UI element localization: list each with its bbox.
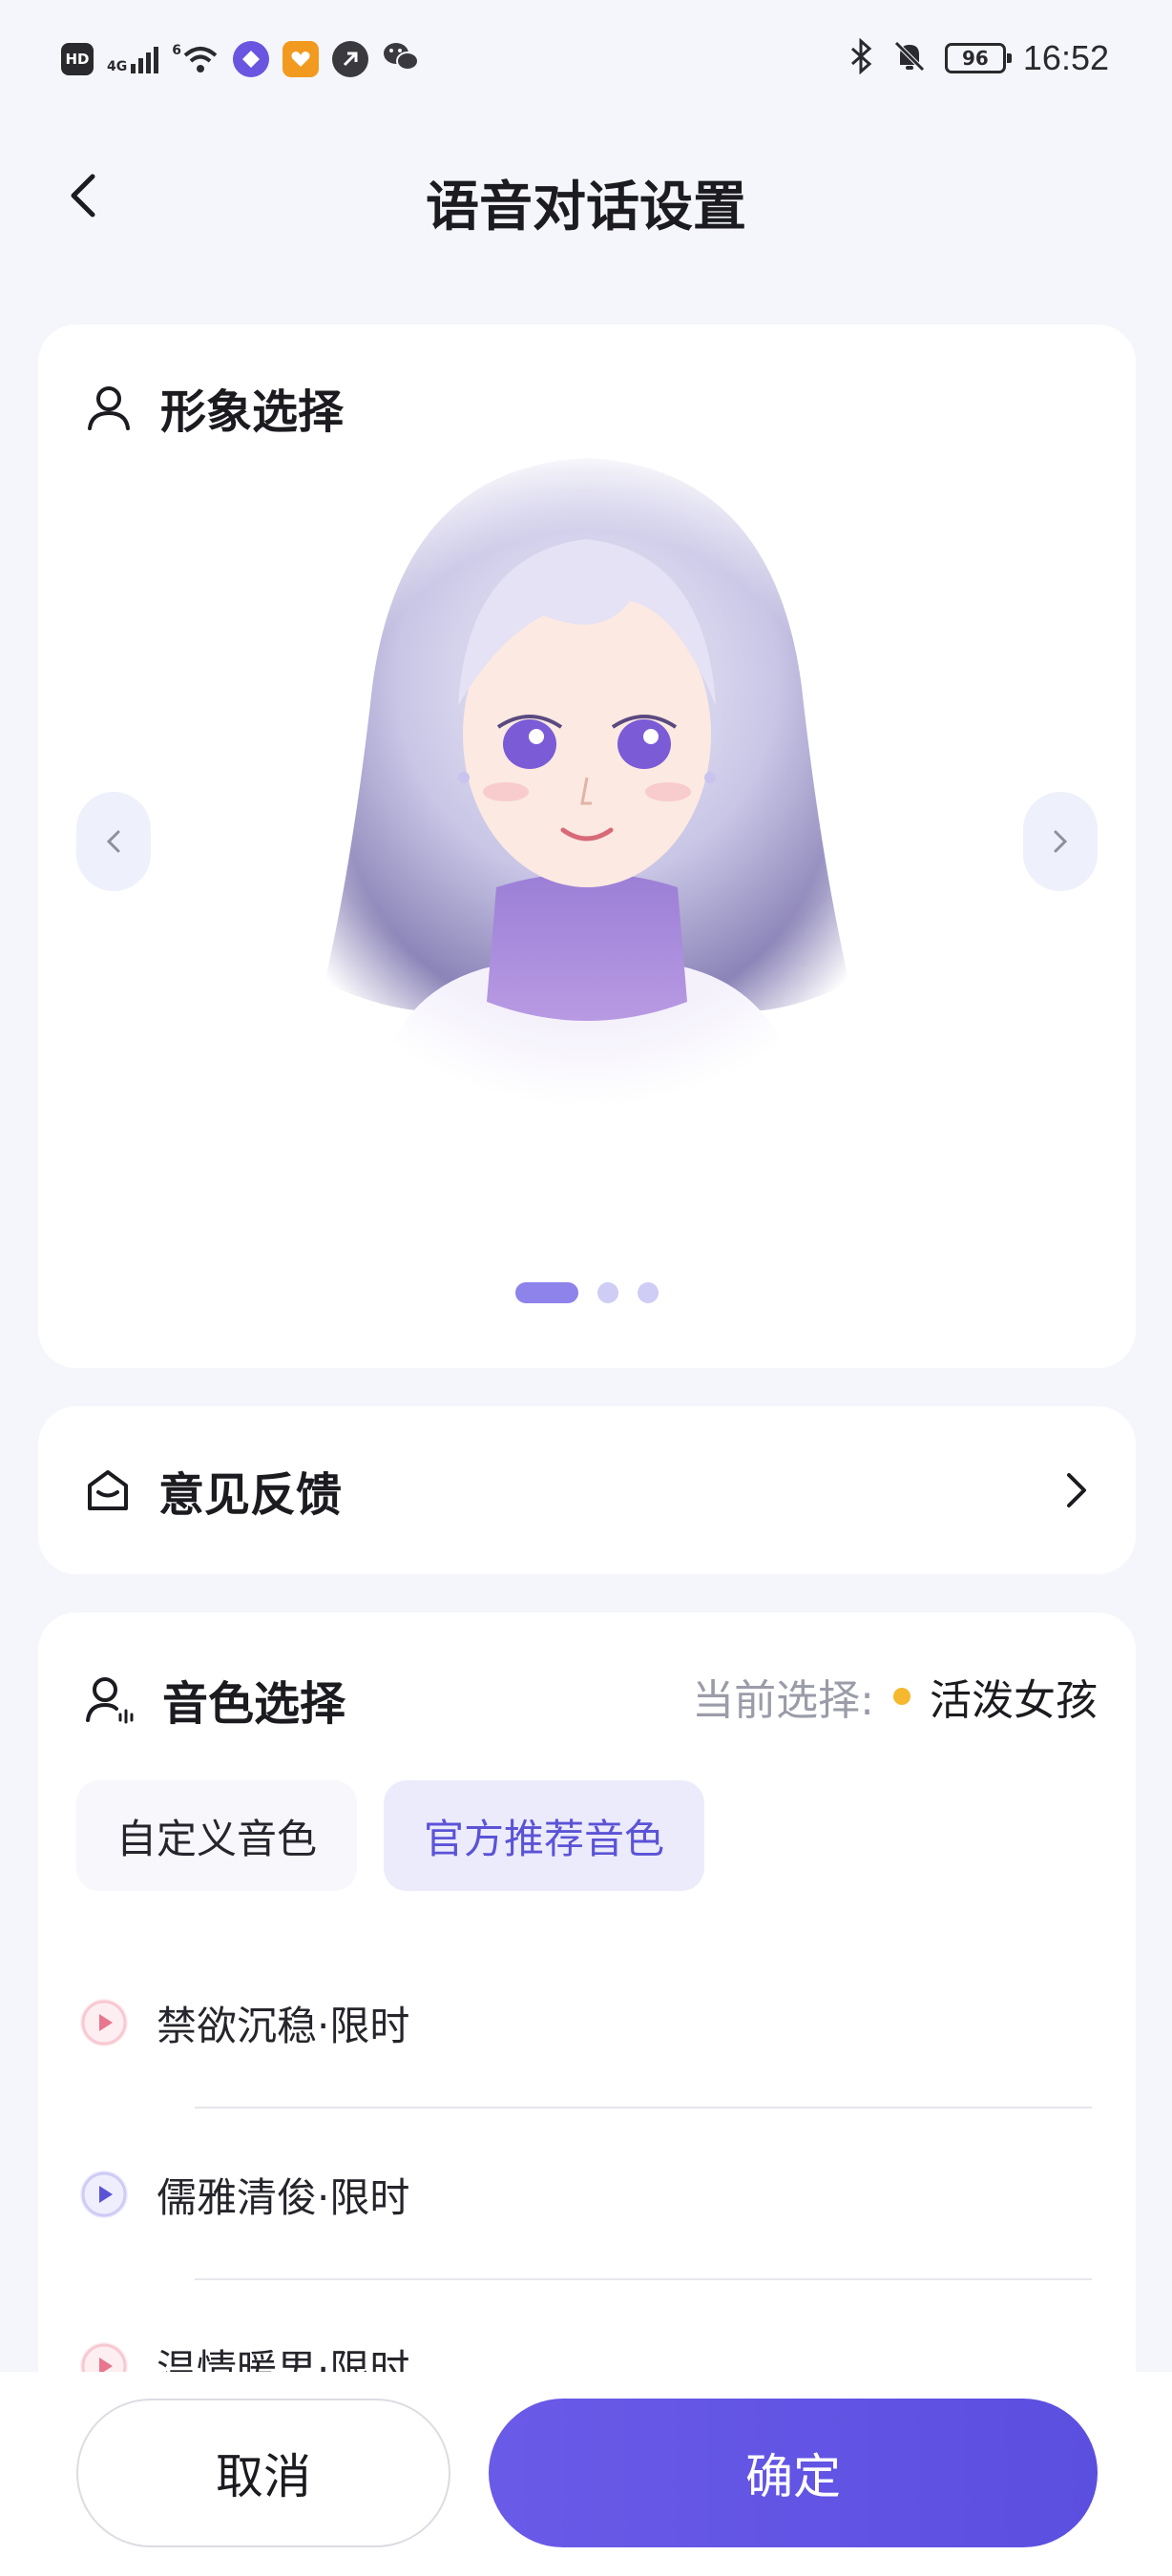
chevron-left-icon [106, 830, 120, 853]
avatar-selection-card: 形象选择 [38, 324, 1136, 1368]
tab-official-voice[interactable]: 官方推荐音色 [384, 1780, 705, 1891]
mute-bell-icon [891, 38, 928, 78]
current-selection: 当前选择: 活泼女孩 [692, 1666, 1098, 1727]
carousel-dot[interactable] [597, 1282, 618, 1303]
avatar-section-title: 形象选择 [160, 385, 345, 439]
tab-custom-voice[interactable]: 自定义音色 [76, 1780, 358, 1891]
voice-section-header: 音色选择 [84, 1666, 345, 1733]
app-gray-icon [331, 41, 368, 77]
confirm-button[interactable]: 确定 [489, 2399, 1098, 2547]
app-purple-icon [232, 41, 269, 77]
page-title: 语音对话设置 [426, 177, 746, 239]
voice-item[interactable]: 禁欲沉稳·限时 [76, 1937, 1092, 2109]
chevron-right-icon [1067, 1473, 1086, 1507]
voice-tabs: 自定义音色 官方推荐音色 [76, 1780, 705, 1891]
feedback-card: 意见反馈 [38, 1406, 1136, 1574]
status-left: HD 4G 6 [61, 40, 420, 78]
voice-item[interactable]: 儒雅清俊·限时 [76, 2109, 1092, 2280]
cancel-button[interactable]: 取消 [76, 2399, 450, 2547]
mail-box-icon [88, 1470, 128, 1510]
status-bar: HD 4G 6 96 16:52 [0, 0, 1172, 114]
bluetooth-icon [849, 37, 874, 78]
voice-name: 儒雅清俊·限时 [157, 2173, 410, 2221]
header: 语音对话设置 [0, 143, 1172, 248]
feedback-title: 意见反馈 [158, 1468, 343, 1522]
voice-name: 禁欲沉稳·限时 [157, 2002, 410, 2049]
chevron-right-icon [1054, 830, 1068, 853]
carousel-dot[interactable] [638, 1282, 659, 1303]
carousel-dot-active[interactable] [515, 1282, 578, 1303]
feedback-row[interactable]: 意见反馈 [84, 1406, 1090, 1574]
screen: HD 4G 6 96 16:52 语音对话设置 形象选择 意见反馈 音色选择 当… [0, 0, 1172, 2576]
current-selection-value: 活泼女孩 [930, 1676, 1098, 1725]
previous-avatar-button[interactable] [76, 792, 151, 891]
current-selection-label: 当前选择: [692, 1676, 874, 1725]
avatar-section-header: 形象选择 [84, 374, 344, 441]
wifi-label: 6 [172, 43, 181, 58]
wechat-icon [382, 40, 420, 78]
current-selection-dot [893, 1688, 910, 1705]
voice-person-icon [86, 1677, 134, 1724]
hd-icon: HD [61, 43, 94, 75]
avatar-image[interactable] [258, 448, 916, 1107]
voice-section-title: 音色选择 [162, 1677, 346, 1731]
next-avatar-button[interactable] [1023, 792, 1098, 891]
play-icon[interactable] [80, 2171, 128, 2218]
app-orange-icon [282, 41, 319, 77]
clock: 16:52 [1022, 38, 1109, 77]
carousel-indicator [38, 1282, 1136, 1303]
play-icon[interactable] [80, 1999, 128, 2046]
battery-icon: 96 [944, 43, 1012, 73]
signal-icon: 4G [107, 45, 159, 74]
person-icon [88, 386, 130, 430]
bottom-action-bar: 取消 确定 [0, 2372, 1172, 2576]
wifi-icon: 6 [172, 44, 220, 74]
network-type-label: 4G [107, 59, 128, 74]
status-right: 96 16:52 [849, 37, 1109, 78]
